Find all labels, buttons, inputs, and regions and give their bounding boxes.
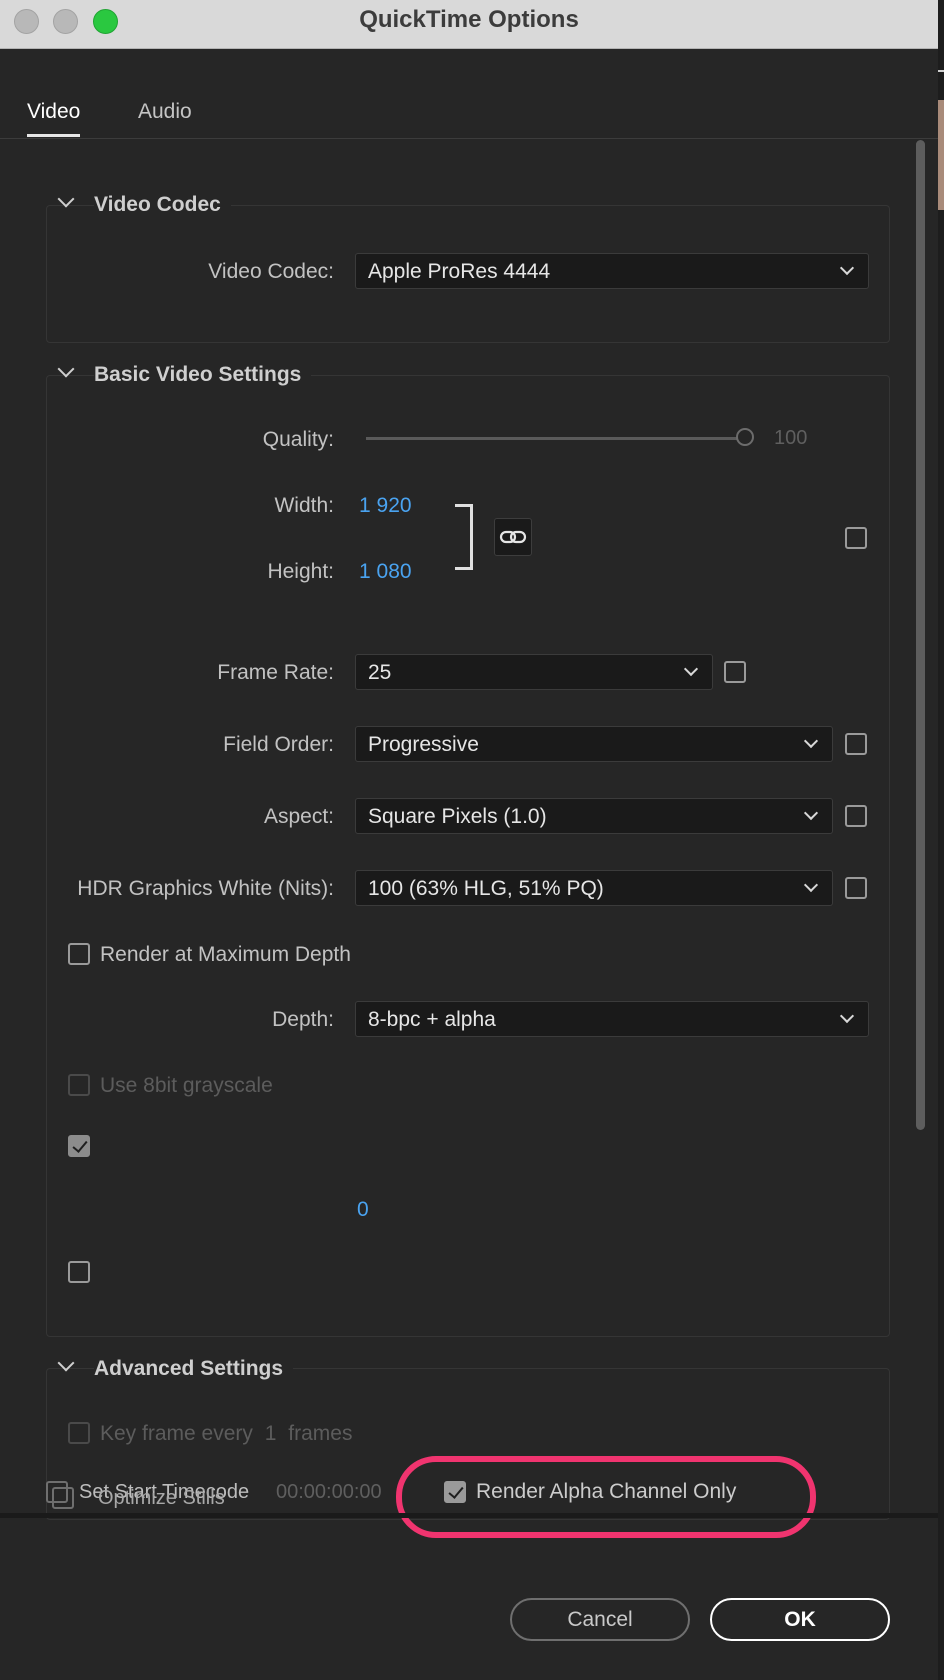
- height-value[interactable]: 1 080: [359, 560, 412, 584]
- aspect-label: Aspect:: [263, 805, 334, 828]
- width-value[interactable]: 1 920: [359, 494, 412, 518]
- background-window-edge: [938, 0, 944, 1680]
- height-label: Height:: [267, 560, 334, 583]
- field-order-override-checkbox[interactable]: [845, 733, 867, 755]
- tab-audio[interactable]: Audio: [138, 100, 192, 124]
- hdr-white-value: 100 (63% HLG, 51% PQ): [368, 877, 604, 900]
- frame-rate-override-checkbox[interactable]: [724, 661, 746, 683]
- hdr-white-dropdown[interactable]: 100 (63% HLG, 51% PQ): [355, 870, 833, 906]
- background-window-thumbnail: [938, 100, 944, 210]
- ok-button[interactable]: OK: [710, 1598, 890, 1641]
- unlabeled-blue-value[interactable]: 0: [357, 1198, 369, 1222]
- aspect-override-checkbox[interactable]: [845, 805, 867, 827]
- use-8bit-grayscale-label: Use 8bit grayscale: [100, 1074, 273, 1097]
- title-bar: QuickTime Options: [0, 0, 938, 49]
- chevron-down-icon: [683, 661, 699, 677]
- unlabeled-checked-checkbox[interactable]: [68, 1135, 90, 1157]
- use-8bit-grayscale-checkbox[interactable]: [68, 1074, 90, 1096]
- advanced-settings-title: Advanced Settings: [94, 1357, 294, 1381]
- quicktime-options-dialog: QuickTime Options Video Audio Video Code…: [0, 0, 938, 1680]
- key-frame-count: 1: [264, 1422, 277, 1445]
- footer-separator: [0, 1513, 938, 1518]
- aspect-value: Square Pixels (1.0): [368, 805, 547, 828]
- chevron-down-icon: [803, 805, 819, 821]
- key-frame-checkbox[interactable]: [68, 1422, 90, 1444]
- video-codec-label: Video Codec:: [208, 260, 334, 283]
- video-codec-value: Apple ProRes 4444: [368, 260, 551, 283]
- link-bracket: [455, 504, 473, 570]
- scrollbar-thumb[interactable]: [916, 140, 925, 1130]
- frame-rate-value: 25: [368, 661, 392, 684]
- width-height-override-checkbox[interactable]: [845, 527, 867, 549]
- width-label: Width:: [274, 494, 334, 517]
- cancel-button[interactable]: Cancel: [510, 1598, 690, 1641]
- quality-label: Quality:: [262, 428, 334, 451]
- key-frame-text: Key frame every: [100, 1422, 253, 1445]
- depth-value: 8-bpc + alpha: [368, 1008, 496, 1031]
- video-codec-dropdown[interactable]: Apple ProRes 4444: [355, 253, 869, 289]
- chevron-down-icon: [839, 1008, 855, 1024]
- field-order-value: Progressive: [368, 733, 479, 756]
- frame-rate-dropdown[interactable]: 25: [355, 654, 713, 690]
- video-codec-section-title: Video Codec: [94, 193, 231, 217]
- depth-label: Depth:: [272, 1008, 334, 1031]
- background-window-detail: [938, 70, 944, 72]
- key-frame-unit: frames: [288, 1422, 353, 1445]
- chevron-down-icon: [803, 733, 819, 749]
- constrain-proportions-button[interactable]: [494, 518, 532, 556]
- chevron-down-icon: [803, 877, 819, 893]
- hdr-white-label: HDR Graphics White (Nits):: [77, 877, 334, 900]
- depth-dropdown[interactable]: 8-bpc + alpha: [355, 1001, 869, 1037]
- field-order-label: Field Order:: [223, 733, 334, 756]
- basic-video-settings-title: Basic Video Settings: [94, 363, 312, 387]
- render-max-depth-label[interactable]: Render at Maximum Depth: [100, 943, 351, 967]
- hdr-white-override-checkbox[interactable]: [845, 877, 867, 899]
- start-timecode-value[interactable]: 00:00:00:00: [276, 1481, 382, 1504]
- frame-rate-label: Frame Rate:: [217, 661, 334, 684]
- aspect-dropdown[interactable]: Square Pixels (1.0): [355, 798, 833, 834]
- unlabeled-checkbox[interactable]: [68, 1261, 90, 1283]
- chevron-down-icon: [839, 260, 855, 276]
- key-frame-label: Key frame every 1 frames: [100, 1422, 352, 1446]
- quality-slider-handle[interactable]: [736, 428, 754, 446]
- field-order-dropdown[interactable]: Progressive: [355, 726, 833, 762]
- annotation-highlight-circle: [396, 1456, 816, 1538]
- window-title: QuickTime Options: [359, 6, 579, 33]
- tab-video[interactable]: Video: [27, 100, 81, 137]
- tab-bar: Video Audio: [0, 92, 938, 139]
- link-icon: [499, 530, 527, 544]
- render-max-depth-checkbox[interactable]: [68, 943, 90, 965]
- optimize-stills-label[interactable]: Optimize Stills: [98, 1487, 225, 1510]
- optimize-stills-checkbox[interactable]: [52, 1487, 74, 1509]
- quality-value: 100: [774, 427, 808, 449]
- quality-slider-track[interactable]: [366, 437, 746, 440]
